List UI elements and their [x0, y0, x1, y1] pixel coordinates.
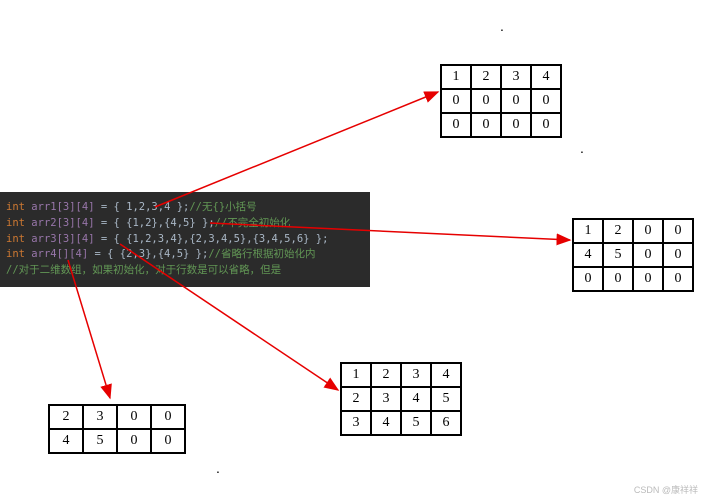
cell: 0	[531, 113, 561, 137]
cell: 2	[471, 65, 501, 89]
array-grid-arr4: 2300 4500	[48, 404, 186, 454]
cell: 4	[49, 429, 83, 453]
code-rest: = { {2,3},{4,5} };	[88, 248, 208, 260]
cell: 0	[501, 89, 531, 113]
arrow-arr1	[155, 92, 438, 207]
cell: 1	[441, 65, 471, 89]
cell: 0	[531, 89, 561, 113]
cell: 5	[83, 429, 117, 453]
cell: 0	[663, 243, 693, 267]
cell: 0	[117, 429, 151, 453]
cell: 0	[663, 267, 693, 291]
array-grid-arr1: 1234 0000 0000	[440, 64, 562, 138]
array-grid-arr3: 1234 2345 3456	[340, 362, 462, 436]
cell: 3	[83, 405, 117, 429]
cell: 3	[341, 411, 371, 435]
cell: 4	[371, 411, 401, 435]
keyword-int: int	[6, 248, 25, 260]
dims: [3][4]	[57, 233, 95, 245]
var-arr3: arr3	[31, 233, 56, 245]
dims: [3][4]	[57, 217, 95, 229]
var-arr4: arr4	[31, 248, 56, 260]
cell: 3	[501, 65, 531, 89]
decorative-dot: .	[500, 18, 504, 34]
code-line-3: int arr3[3][4] = { {1,2,3,4},{2,3,4,5},{…	[6, 232, 364, 248]
code-block: int arr1[3][4] = { 1,2,3,4 };//无{}小括号 in…	[0, 192, 370, 287]
cell: 5	[401, 411, 431, 435]
code-line-4: int arr4[][4] = { {2,3},{4,5} };//省略行根据初…	[6, 247, 364, 263]
dims: [][4]	[57, 248, 89, 260]
var-arr1: arr1	[31, 201, 56, 213]
cell: 2	[49, 405, 83, 429]
code-line-5: //对于二维数组，如果初始化，对于行数是可以省略，但是	[6, 263, 364, 279]
cell: 0	[471, 113, 501, 137]
cell: 5	[603, 243, 633, 267]
cell: 0	[633, 219, 663, 243]
cell: 4	[431, 363, 461, 387]
code-rest: = { {1,2},{4,5} };	[95, 217, 215, 229]
keyword-int: int	[6, 201, 25, 213]
cell: 3	[371, 387, 401, 411]
code-line-1: int arr1[3][4] = { 1,2,3,4 };//无{}小括号	[6, 200, 364, 216]
cell: 4	[531, 65, 561, 89]
cell: 2	[371, 363, 401, 387]
dims: [3][4]	[57, 201, 95, 213]
code-rest: = { {1,2,3,4},{2,3,4,5},{3,4,5,6} };	[95, 233, 329, 245]
comment: //省略行根据初始化内	[208, 248, 315, 260]
comment: //不完全初始化	[215, 217, 291, 229]
cell: 2	[603, 219, 633, 243]
decorative-dot: .	[216, 460, 220, 476]
code-rest: = { 1,2,3,4 };	[95, 201, 190, 213]
cell: 0	[603, 267, 633, 291]
cell: 0	[663, 219, 693, 243]
cell: 6	[431, 411, 461, 435]
watermark: CSDN @康祥祥	[634, 483, 698, 496]
comment: //无{}小括号	[189, 201, 256, 213]
array-grid-arr2: 1200 4500 0000	[572, 218, 694, 292]
cell: 4	[573, 243, 603, 267]
cell: 3	[401, 363, 431, 387]
cell: 5	[431, 387, 461, 411]
cell: 0	[151, 429, 185, 453]
cell: 4	[401, 387, 431, 411]
cell: 0	[633, 267, 663, 291]
keyword-int: int	[6, 233, 25, 245]
code-line-2: int arr2[3][4] = { {1,2},{4,5} };//不完全初始…	[6, 216, 364, 232]
cell: 0	[471, 89, 501, 113]
decorative-dot: .	[580, 140, 584, 156]
cell: 1	[573, 219, 603, 243]
comment: //对于二维数组，如果初始化，对于行数是可以省略，但是	[6, 264, 281, 276]
cell: 0	[441, 89, 471, 113]
cell: 0	[573, 267, 603, 291]
var-arr2: arr2	[31, 217, 56, 229]
cell: 2	[341, 387, 371, 411]
cell: 0	[117, 405, 151, 429]
cell: 0	[151, 405, 185, 429]
keyword-int: int	[6, 217, 25, 229]
cell: 1	[341, 363, 371, 387]
cell: 0	[501, 113, 531, 137]
cell: 0	[633, 243, 663, 267]
cell: 0	[441, 113, 471, 137]
